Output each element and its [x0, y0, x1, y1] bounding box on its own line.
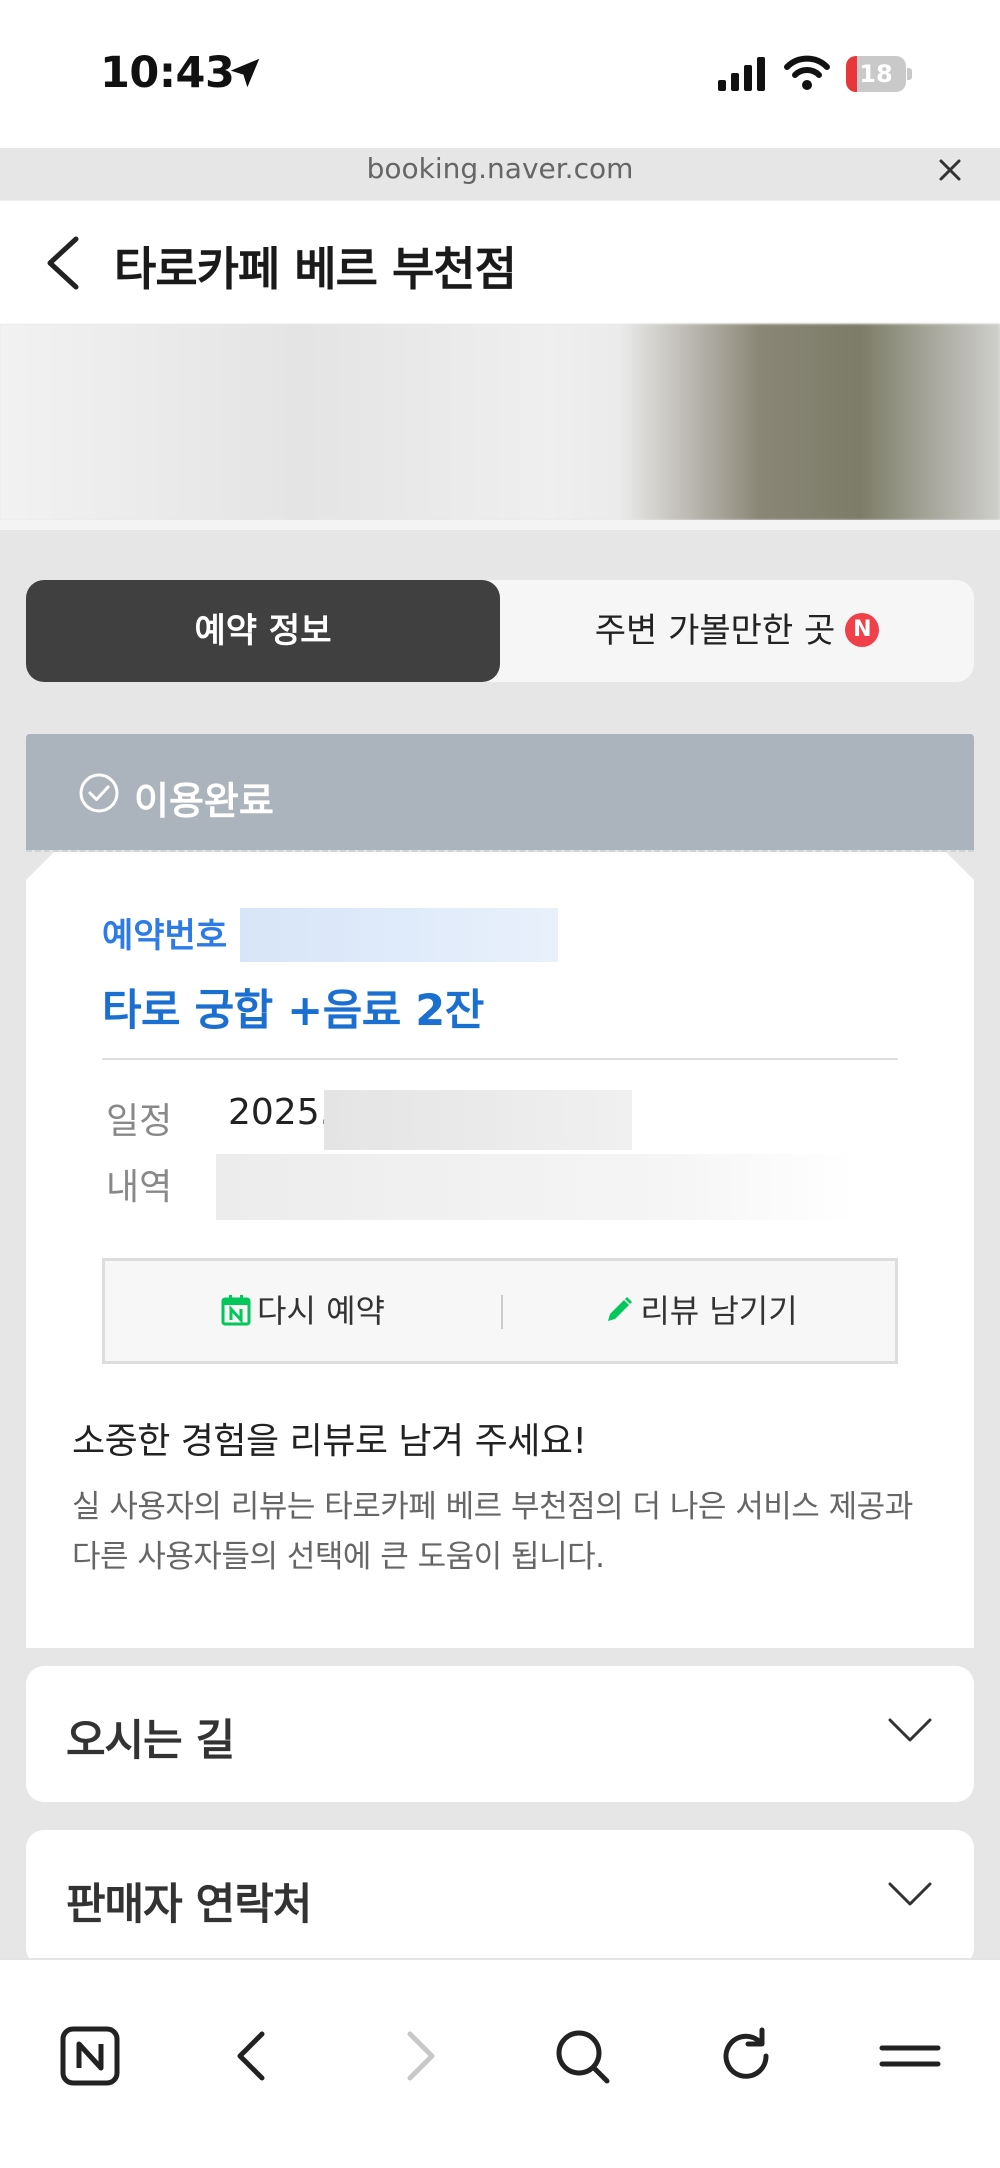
battery-indicator: 18 — [846, 56, 912, 92]
refresh-icon[interactable] — [714, 2024, 778, 2088]
page-title: 타로카페 베르 부천점 — [114, 242, 517, 296]
forward-icon[interactable] — [386, 2024, 450, 2088]
schedule-label: 일정 — [106, 1101, 173, 1142]
battery-percent: 18 — [859, 60, 893, 88]
details-redacted — [216, 1154, 856, 1220]
booking-actions: 다시 예약 리뷰 남기기 — [102, 1258, 898, 1364]
review-prompt-description: 실 사용자의 리뷰는 타로카페 베르 부천점의 더 나은 서비스 제공과 다른 … — [72, 1489, 913, 1575]
chevron-down-icon — [888, 1882, 932, 1906]
tab-nearby-places[interactable]: 주변 가볼만한 곳 N — [500, 580, 974, 682]
page-header: 타로카페 베르 부천점 — [0, 200, 1000, 324]
reservation-number-redacted — [240, 908, 558, 962]
tab-booking-info[interactable]: 예약 정보 — [26, 580, 500, 682]
product-name: 타로 궁합 +음료 2잔 — [102, 986, 484, 1036]
rebook-button[interactable]: 다시 예약 — [105, 1261, 501, 1361]
tab-bar: 예약 정보 주변 가볼만한 곳 N — [26, 580, 974, 682]
new-badge: N — [845, 612, 880, 647]
location-arrow-icon — [230, 58, 260, 88]
pencil-icon — [608, 1297, 633, 1321]
cellular-signal-icon — [718, 57, 765, 91]
tab-label: 주변 가볼만한 곳 — [594, 611, 836, 651]
wifi-icon — [784, 55, 830, 90]
check-circle-icon — [79, 773, 119, 813]
close-icon[interactable] — [932, 152, 968, 188]
directions-section[interactable]: 오시는 길 — [26, 1666, 974, 1802]
section-title: 판매자 연락처 — [66, 1880, 312, 1930]
banner-divider — [0, 520, 1000, 530]
back-arrow-icon[interactable] — [36, 231, 92, 295]
status-badge: 이용완료 — [134, 779, 274, 823]
tab-label: 예약 정보 — [194, 611, 332, 651]
review-prompt-title: 소중한 경험을 리뷰로 남겨 주세요! — [72, 1421, 587, 1462]
search-icon[interactable] — [550, 2024, 614, 2088]
schedule-redacted — [324, 1090, 632, 1150]
reservation-number-label: 예약번호 — [102, 916, 228, 956]
clock: 10:43 — [100, 48, 235, 98]
write-review-button[interactable]: 리뷰 남기기 — [503, 1261, 899, 1361]
naver-calendar-icon — [221, 1295, 251, 1326]
naver-home-icon[interactable] — [58, 2024, 122, 2088]
booking-status-band: 이용완료 — [26, 734, 974, 850]
status-bar: 10:43 18 booking.naver.com — [0, 0, 1000, 185]
section-title: 오시는 길 — [66, 1716, 235, 1766]
menu-icon[interactable] — [878, 2024, 942, 2088]
booking-card: 예약번호 타로 궁합 +음료 2잔 일정 2025. 내역 다시 예약 리뷰 남… — [26, 852, 974, 1648]
back-icon[interactable] — [222, 2024, 286, 2088]
store-banner-image — [0, 324, 1000, 520]
review-label: 리뷰 남기기 — [640, 1292, 798, 1330]
seller-contact-section[interactable]: 판매자 연락처 — [26, 1830, 974, 1966]
chevron-down-icon — [888, 1718, 932, 1742]
details-label: 내역 — [106, 1167, 173, 1208]
rebook-label: 다시 예약 — [257, 1292, 385, 1330]
url-label[interactable]: booking.naver.com — [0, 152, 1000, 185]
schedule-value: 2025. — [228, 1092, 332, 1133]
browser-toolbar — [0, 1958, 1000, 2168]
divider — [102, 1058, 898, 1060]
